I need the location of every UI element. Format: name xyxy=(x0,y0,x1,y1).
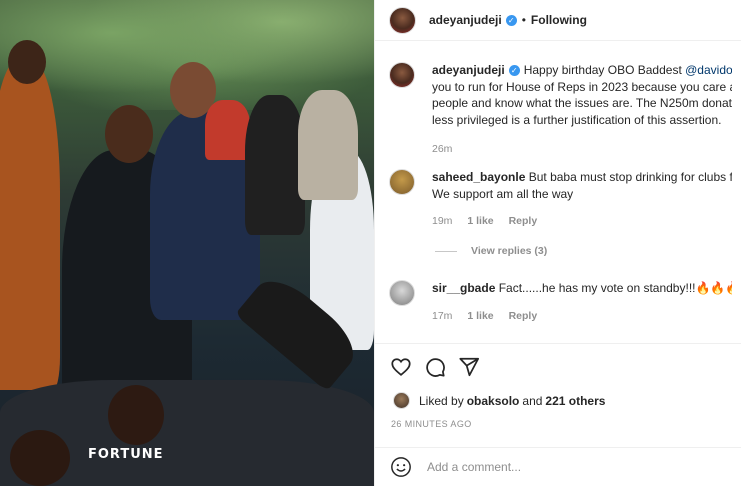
caption-meta: 26m xyxy=(432,141,732,158)
reply-button[interactable]: Reply xyxy=(509,310,538,322)
comment-row: sir__gbade Fact......he has my vote on s… xyxy=(389,280,732,324)
caption-avatar[interactable] xyxy=(389,62,415,88)
caption-line-3: people and know what the issues are. The… xyxy=(432,96,732,110)
caption-row: adeyanjudeji ✓ Happy birthday OBO Baddest … xyxy=(389,62,732,158)
person-left xyxy=(0,60,60,390)
foreground-head-2 xyxy=(10,430,70,486)
author-username[interactable]: adeyanjudeji xyxy=(429,13,502,27)
comment-body: sir__gbade Fact......he has my vote on s… xyxy=(432,280,732,324)
caption-body: adeyanjudeji ✓ Happy birthday OBO Baddest … xyxy=(432,62,732,158)
comment-text: Fact......he has my vote on standby!!! xyxy=(498,281,696,295)
comment-text: But baba must stop drinking for clubs fi… xyxy=(528,170,732,184)
likes-summary: Liked by obaksolo and 221 others xyxy=(393,392,605,409)
commenter-avatar[interactable] xyxy=(389,169,415,195)
comment-time[interactable]: 17m xyxy=(432,310,452,322)
view-replies-label: View replies (3) xyxy=(471,245,548,257)
smiley-icon[interactable] xyxy=(389,455,413,479)
caption-username[interactable]: adeyanjudeji xyxy=(432,63,505,77)
likes-others-link[interactable]: 221 others xyxy=(545,394,605,408)
caption-line-4: less privileged is a further justificati… xyxy=(432,112,722,127)
view-replies-line xyxy=(435,250,457,252)
header-separator: • xyxy=(521,13,526,27)
comments-list[interactable]: adeyanjudeji ✓ Happy birthday OBO Baddest … xyxy=(375,42,741,342)
comment-likes[interactable]: 1 like xyxy=(467,215,493,227)
post-timestamp[interactable]: 26 MINUTES AGO xyxy=(391,419,472,429)
following-button[interactable]: Following xyxy=(531,13,587,27)
commenter-avatar[interactable] xyxy=(389,280,415,306)
photo-watermark: FORTUNE xyxy=(88,447,164,462)
caption-line-2: you to run for House of Reps in 2023 bec… xyxy=(432,79,732,94)
liked-by-and: and xyxy=(522,393,543,408)
person-black-shirt xyxy=(245,95,305,235)
verified-badge-icon: ✓ xyxy=(508,65,520,77)
person-center-head xyxy=(105,105,153,163)
comment-icon[interactable] xyxy=(423,355,447,379)
liked-by-prefix: Liked by xyxy=(419,393,464,408)
author-avatar[interactable] xyxy=(389,6,416,34)
caption-mention[interactable]: @davido xyxy=(685,63,732,77)
comment-time[interactable]: 19m xyxy=(432,215,452,227)
action-bar xyxy=(375,343,741,389)
post-header: adeyanjudeji ✓ • Following xyxy=(375,0,741,41)
person-plaid-shirt xyxy=(298,90,358,200)
verified-badge-icon: ✓ xyxy=(505,14,517,26)
add-comment-input[interactable]: Add a comment... xyxy=(427,460,521,474)
heart-icon[interactable] xyxy=(389,355,413,379)
paper-plane-icon[interactable] xyxy=(457,355,481,379)
liker-avatar[interactable] xyxy=(393,392,410,409)
liker-username[interactable]: obaksolo xyxy=(467,394,520,408)
commenter-username[interactable]: sir__gbade xyxy=(432,281,495,295)
comment-body: saheed_bayonle But baba must stop drinki… xyxy=(432,169,732,230)
view-replies-button[interactable]: View replies (3) xyxy=(435,245,547,257)
comment-row: saheed_bayonle But baba must stop drinki… xyxy=(389,169,732,230)
comment-meta: 17m 1 like Reply xyxy=(432,308,732,325)
comment-meta: 19m 1 like Reply xyxy=(432,213,732,230)
foreground-head-1 xyxy=(108,385,164,445)
comment-text-line-2: We support am all the way xyxy=(432,186,574,201)
person-red-shirt xyxy=(205,100,250,160)
person-left-head xyxy=(8,40,46,84)
caption-time[interactable]: 26m xyxy=(432,143,452,155)
caption-text: Happy birthday OBO Baddest xyxy=(523,63,686,77)
commenter-username[interactable]: saheed_bayonle xyxy=(432,170,525,184)
comment-likes[interactable]: 1 like xyxy=(467,310,493,322)
reply-button[interactable]: Reply xyxy=(509,215,538,227)
post-photo[interactable]: FORTUNE xyxy=(0,0,374,486)
add-comment-bar: Add a comment... xyxy=(375,447,741,486)
fire-emoji: 🔥🔥🔥 xyxy=(695,281,732,295)
post-details-panel: adeyanjudeji ✓ • Following adeyanjudeji ✓… xyxy=(374,0,741,486)
